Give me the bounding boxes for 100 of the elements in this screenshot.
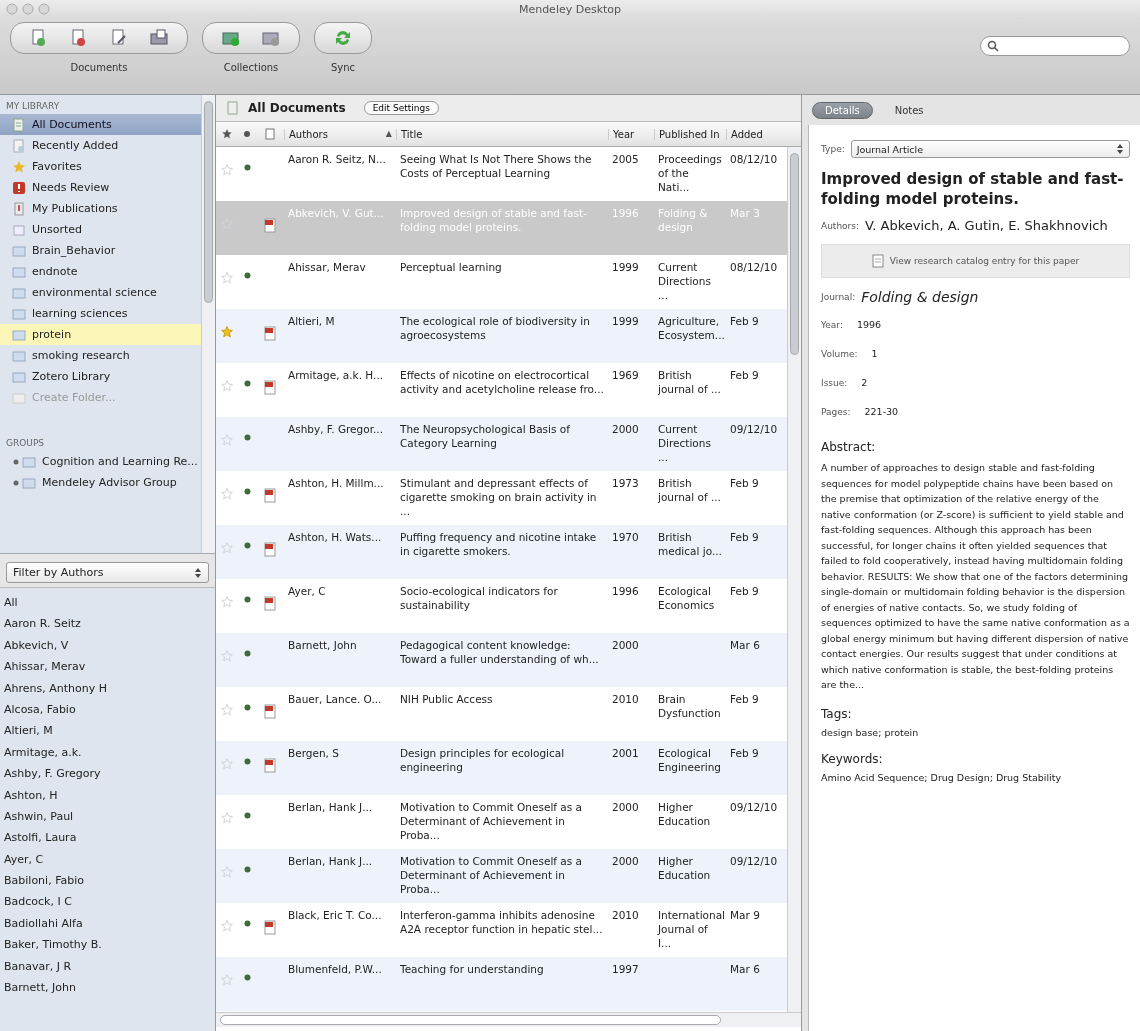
document-row[interactable]: Armitage, a.k. H... Effects of nicotine on electrocortical activity and acetylcholine release fro... 1969 British journal of ... Feb 9 xyxy=(216,363,787,417)
document-row[interactable]: Aaron R. Seitz, N... Seeing What Is Not There Shows the Costs of Perceptual Learning 2005 Proceedings of the Nati... 08/12/10 xyxy=(216,147,787,201)
window-controls-icon xyxy=(6,3,52,15)
scrollbar[interactable] xyxy=(787,147,801,1012)
author-filter-item[interactable]: Ashton, H xyxy=(4,784,215,806)
library-item[interactable]: smoking research xyxy=(0,345,201,366)
scroll-thumb[interactable] xyxy=(220,1015,721,1025)
filter-dropdown[interactable]: Filter by Authors xyxy=(6,562,209,583)
author-filter-item[interactable]: Alcosa, Fabio xyxy=(4,698,215,721)
library-item[interactable]: Brain_Behavior xyxy=(0,240,201,261)
library-item[interactable]: All Documents xyxy=(0,114,201,135)
table-cell: Feb 9 xyxy=(730,747,759,759)
field-label: Year: xyxy=(821,319,843,330)
table-cell: Berlan, Hank J... xyxy=(288,801,373,813)
author-filter-item[interactable]: Altieri, M xyxy=(4,720,215,742)
author-filter-item[interactable]: Badiollahi Alfa xyxy=(4,912,215,935)
document-row[interactable]: Berlan, Hank J... Motivation to Commit Oneself as a Determinant of Achievement in Proba... 2000 Higher Education 09/12/10 xyxy=(216,849,787,903)
library-item[interactable]: Recently Added xyxy=(0,135,201,156)
horizontal-scrollbar[interactable] xyxy=(216,1012,801,1027)
search-field[interactable] xyxy=(980,36,1130,56)
column-header[interactable]: Title xyxy=(396,128,608,140)
table-cell: Effects of nicotine on electrocortical activity and acetylcholine release fro... xyxy=(400,369,604,395)
document-icon xyxy=(12,138,26,153)
table-cell: Mar 6 xyxy=(730,639,760,651)
document-row[interactable]: Ayer, C Socio-ecological indicators for sustainability 1996 Ecological Economics Feb 9 xyxy=(216,579,787,633)
type-dropdown[interactable]: Journal Article xyxy=(850,140,1130,158)
library-item[interactable]: learning sciences xyxy=(0,303,201,324)
library-item[interactable]: Zotero Library xyxy=(0,366,201,387)
document-row[interactable]: Altieri, M The ecological role of biodiversity in agroecosystems 1999 Agriculture, Ecosystem... Feb 9 xyxy=(216,309,787,363)
column-header[interactable]: Authors ▲ xyxy=(284,128,396,140)
document-row[interactable]: Bauer, Lance. O... NIH Public Access 2010 Brain Dysfunction Feb 9 xyxy=(216,687,787,741)
scroll-thumb[interactable] xyxy=(204,101,213,303)
table-cell: Higher Education xyxy=(658,801,711,827)
table-cell: Feb 9 xyxy=(730,531,759,543)
scroll-thumb[interactable] xyxy=(790,153,799,355)
document-row[interactable]: Ashton, H. Wats... Puffing frequency and nicotine intake in cigarette smokers. 1970 British medical jo... Feb 9 xyxy=(216,525,787,579)
table-cell: Ashton, H. Wats... xyxy=(288,531,382,543)
author-filter-item[interactable]: Banavar, J R xyxy=(4,955,215,978)
table-cell: Berlan, Hank J... xyxy=(288,855,373,867)
field-value: 1 xyxy=(871,348,878,359)
author-filter-item[interactable]: Barnett, John xyxy=(4,977,215,999)
table-cell: Ecological Economics xyxy=(658,585,715,611)
toolbar-label: Sync xyxy=(330,62,356,73)
author-filter-item[interactable]: Astolfi, Laura xyxy=(4,827,215,849)
document-pencil-icon xyxy=(109,28,129,48)
tab[interactable]: Notes xyxy=(882,102,936,118)
folder-icon xyxy=(12,306,26,321)
author-filter-item[interactable]: Badcock, I C xyxy=(4,891,215,913)
document-row[interactable]: Bergen, S Design principles for ecological engineering 2001 Ecological Engineering Feb 9 xyxy=(216,741,787,795)
library-item[interactable]: protein xyxy=(0,324,201,345)
library-item[interactable]: Needs Review xyxy=(0,177,201,198)
table-cell: 09/12/10 xyxy=(730,855,778,867)
author-filter-item[interactable]: Ahrens, Anthony H xyxy=(4,677,215,699)
table-cell: Blumenfeld, P.W... xyxy=(288,963,382,975)
author-filter-item[interactable]: Aaron R. Seitz xyxy=(4,613,215,635)
author-filter-item[interactable]: Ashwin, Paul xyxy=(4,805,215,828)
author-filter-item[interactable]: All xyxy=(4,592,215,614)
stepper-icon xyxy=(194,566,202,579)
library-item[interactable]: Favorites xyxy=(0,156,201,177)
document-row[interactable]: Berlan, Hank J... Motivation to Commit Oneself as a Determinant of Achievement in Proba... 2000 Higher Education 09/12/10 xyxy=(216,795,787,849)
library-item[interactable]: Unsorted xyxy=(0,219,201,240)
document-row[interactable]: Barnett, John Pedagogical content knowledge: Toward a fuller understanding of wh... 2000 Mar 6 xyxy=(216,633,787,687)
table-cell: 2000 xyxy=(612,423,639,435)
author-filter-item[interactable]: Ayer, C xyxy=(4,848,215,871)
group-icon xyxy=(12,475,36,490)
column-header[interactable]: Published In xyxy=(654,128,726,140)
library-item[interactable]: endnote xyxy=(0,261,201,282)
document-row[interactable]: Ahissar, Merav Perceptual learning 1999 Current Directions ... 08/12/10 xyxy=(216,255,787,309)
author-filter-item[interactable]: Baker, Timothy B. xyxy=(4,934,215,956)
catalog-link-button[interactable]: View research catalog entry for this paper xyxy=(821,244,1130,278)
author-filter-item[interactable]: Babiloni, Fabio xyxy=(4,870,215,892)
author-filter-item[interactable]: Ashby, F. Gregory xyxy=(4,763,215,785)
table-cell: 2000 xyxy=(612,639,639,651)
library-item[interactable]: environmental science xyxy=(0,282,201,303)
library-item[interactable]: My Publications xyxy=(0,198,201,219)
field-label: Pages: xyxy=(821,406,851,417)
document-row[interactable]: Blumenfeld, P.W... Teaching for understanding 1997 Mar 6 xyxy=(216,957,787,1011)
table-cell: British journal of ... xyxy=(658,477,721,503)
table-cell: 1999 xyxy=(612,261,639,273)
toolbar-label: Documents xyxy=(70,62,128,73)
column-header[interactable]: Added xyxy=(726,128,786,140)
folder-icon xyxy=(12,285,26,300)
author-filter-item[interactable]: Ahissar, Merav xyxy=(4,656,215,678)
group-item[interactable]: Cognition and Learning Re... xyxy=(0,451,201,472)
folder-icon xyxy=(12,369,26,384)
document-row[interactable]: Ashby, F. Gregor... The Neuropsychological Basis of Category Learning 2000 Current Directions ... 09/12/10 xyxy=(216,417,787,471)
authors-value: V. Abkevich, A. Gutin, E. Shakhnovich xyxy=(865,218,1108,233)
document-row[interactable]: Black, Eric T. Co... Interferon-gamma inhibits adenosine A2A receptor function in hepatic stel... 2010 International Journal of I... Mar 9 xyxy=(216,903,787,957)
scrollbar[interactable] xyxy=(201,95,215,553)
table-cell: Agriculture, Ecosystem... xyxy=(658,315,725,341)
table-cell: 2010 xyxy=(612,909,639,921)
author-filter-item[interactable]: Armitage, a.k. xyxy=(4,741,215,764)
table-cell: 2000 xyxy=(612,855,639,867)
author-filter-item[interactable]: Abkevich, V xyxy=(4,634,215,657)
table-cell: Barnett, John xyxy=(288,639,357,651)
column-header[interactable]: Year xyxy=(608,128,654,140)
group-item[interactable]: Mendeley Advisor Group xyxy=(0,472,201,493)
table-cell: 1973 xyxy=(612,477,639,489)
document-row[interactable]: Ashton, H. Millm... Stimulant and depressant effects of cigarette smoking on brain activity in ... 1973 British journal of ... Feb 9 xyxy=(216,471,787,525)
edit-settings-button[interactable]: Edit Settings xyxy=(363,101,439,115)
